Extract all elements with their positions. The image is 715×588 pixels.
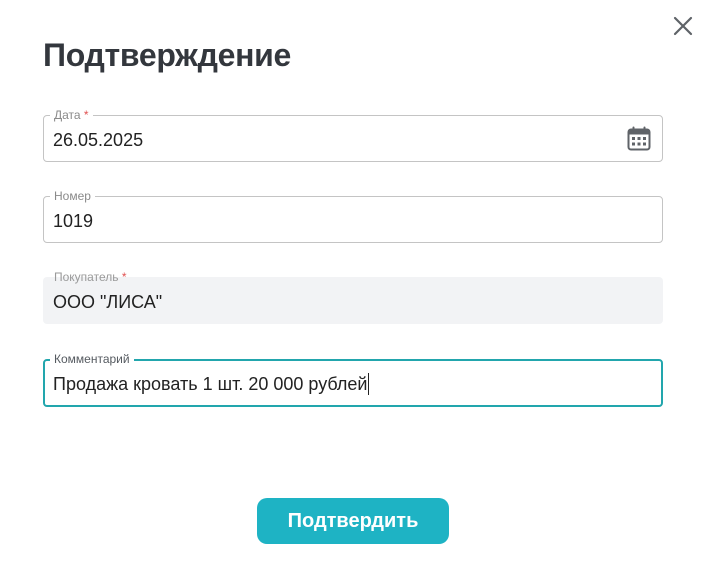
buyer-value: ООО "ЛИСА" xyxy=(53,292,163,312)
close-icon xyxy=(673,16,693,36)
comment-field[interactable]: Комментарий Продажа кровать 1 шт. 20 000… xyxy=(43,352,663,407)
confirmation-dialog: Подтверждение Дата * 26.05.2025 Номер 10… xyxy=(0,0,715,588)
dialog-title: Подтверждение xyxy=(43,37,291,73)
close-button[interactable] xyxy=(671,14,695,38)
buyer-label: Покупатель * xyxy=(54,270,127,284)
buyer-field: Покупатель * ООО "ЛИСА" xyxy=(43,270,663,324)
comment-value[interactable]: Продажа кровать 1 шт. 20 000 рублей xyxy=(53,374,367,394)
calendar-icon xyxy=(627,126,651,151)
required-mark: * xyxy=(121,270,127,284)
date-label: Дата * xyxy=(50,108,93,122)
number-field[interactable]: Номер 1019 xyxy=(43,189,663,243)
comment-label: Комментарий xyxy=(50,352,134,366)
number-label: Номер xyxy=(50,189,95,203)
number-value[interactable]: 1019 xyxy=(53,210,93,232)
comment-value-wrap[interactable]: Продажа кровать 1 шт. 20 000 рублей xyxy=(53,373,370,395)
confirm-button[interactable]: Подтвердить xyxy=(257,498,449,544)
text-caret xyxy=(368,373,370,395)
date-value[interactable]: 26.05.2025 xyxy=(53,129,143,151)
date-field[interactable]: Дата * 26.05.2025 xyxy=(43,108,663,162)
calendar-button[interactable] xyxy=(627,126,651,152)
required-mark: * xyxy=(83,108,89,122)
